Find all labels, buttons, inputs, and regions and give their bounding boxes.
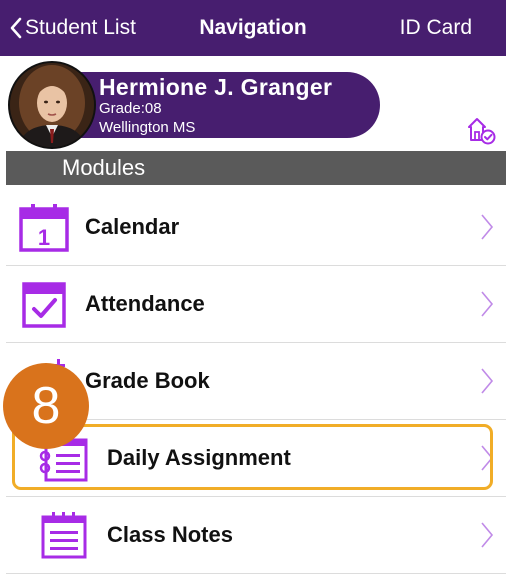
chevron-left-icon <box>10 17 22 39</box>
calendar-icon: 1 <box>19 204 69 252</box>
back-button-label: Student List <box>25 16 136 39</box>
step-number-badge: 8 <box>3 363 89 449</box>
chevron-right-icon <box>481 445 494 471</box>
back-to-student-list-button[interactable]: Student List <box>10 13 136 43</box>
student-school: Wellington MS <box>99 119 196 136</box>
module-label: Class Notes <box>107 522 233 547</box>
student-photo <box>10 63 94 147</box>
student-name: Hermione J. Granger <box>99 74 333 100</box>
svg-text:1: 1 <box>38 225 50 250</box>
module-label: Calendar <box>85 214 180 239</box>
home-check-icon[interactable] <box>468 116 498 146</box>
id-card-button[interactable]: ID Card <box>400 13 472 43</box>
chevron-right-icon <box>481 368 494 394</box>
avatar <box>8 61 96 149</box>
chevron-right-icon <box>481 214 494 240</box>
module-label: Attendance <box>85 291 205 316</box>
modules-section-header: Modules <box>6 151 506 185</box>
module-row-class-notes[interactable]: Class Notes <box>6 497 506 574</box>
student-grade: Grade:08 <box>99 100 162 117</box>
student-profile: Hermione J. Granger Grade:08 Wellington … <box>0 56 506 151</box>
module-row-attendance[interactable]: Attendance <box>6 266 506 343</box>
top-navigation-bar: Student List Navigation ID Card <box>0 0 506 56</box>
module-row-calendar[interactable]: 1 Calendar <box>6 189 506 266</box>
chevron-right-icon <box>481 291 494 317</box>
chevron-right-icon <box>481 522 494 548</box>
module-label: Daily Assignment <box>107 445 291 470</box>
attendance-icon <box>22 282 66 328</box>
class-notes-icon <box>41 512 87 559</box>
module-label: Grade Book <box>85 368 210 393</box>
module-row-daily-assignment[interactable]: Daily Assignment <box>6 420 506 497</box>
section-title: Modules <box>62 155 146 180</box>
